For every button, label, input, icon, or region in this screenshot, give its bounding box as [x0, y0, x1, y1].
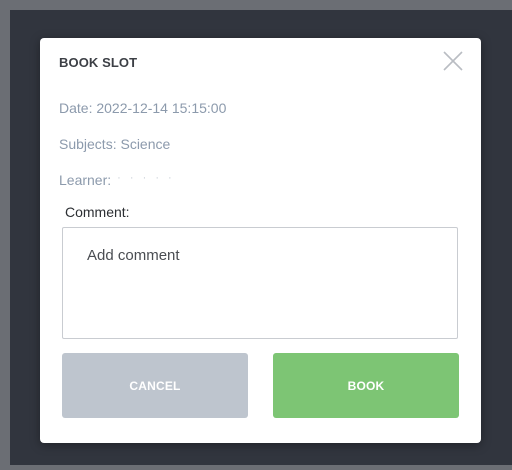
learner-label: Learner: [59, 172, 112, 188]
slot-learner: Learner: · · · · · [59, 172, 175, 188]
dialog-title: BOOK SLOT [59, 55, 138, 70]
book-slot-dialog: BOOK SLOT Date: 2022-12-14 15:15:00 Subj… [40, 38, 481, 443]
close-button[interactable] [442, 50, 464, 72]
learner-value: · · · · · [117, 172, 175, 184]
slot-date: Date: 2022-12-14 15:15:00 [59, 100, 227, 116]
cancel-button[interactable]: CANCEL [62, 353, 248, 418]
comment-label: Comment: [65, 204, 130, 220]
close-x-icon [443, 51, 463, 71]
comment-input[interactable] [62, 227, 458, 339]
book-button[interactable]: BOOK [273, 353, 459, 418]
slot-subjects: Subjects: Science [59, 136, 171, 152]
